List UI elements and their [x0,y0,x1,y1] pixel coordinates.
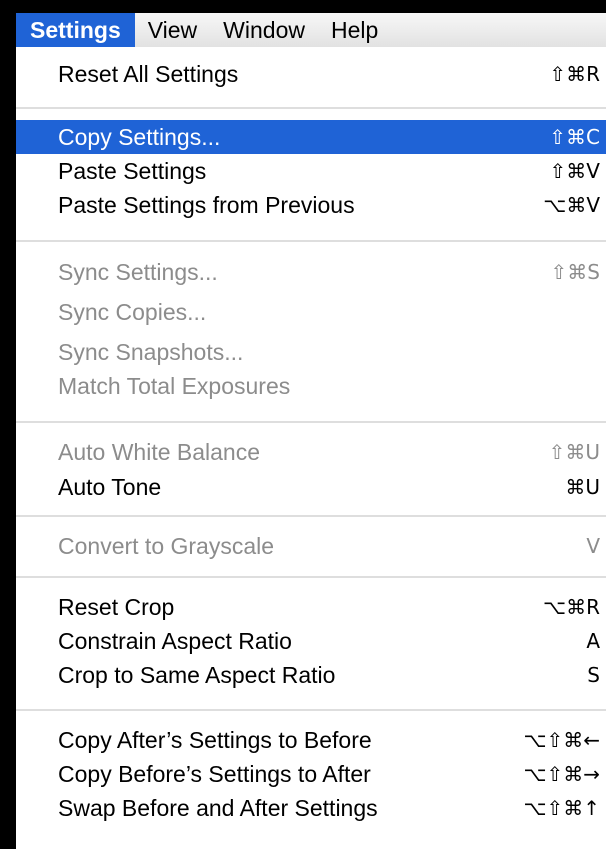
menu-view[interactable]: View [135,13,210,47]
menu-item-auto-white-balance: Auto White Balance ⇧⌘U [16,435,606,469]
menu-item-shortcut: ⌥⌘R [543,595,600,619]
menu-item-shortcut: ⌥⌘V [543,193,600,217]
menu-item-constrain-aspect-ratio[interactable]: Constrain Aspect Ratio A [16,624,606,658]
menu-item-sync-copies: Sync Copies... [16,295,606,329]
menu-item-shortcut: A [586,629,600,653]
menu-window[interactable]: Window [210,13,318,47]
menu-separator [16,240,606,242]
menu-bar: Settings View Window Help [16,13,606,48]
menu-help[interactable]: Help [318,13,391,47]
menu-item-shortcut: ⌥⇧⌘← [523,728,600,752]
menu-item-copy-settings[interactable]: Copy Settings... ⇧⌘C [16,120,606,154]
menu-settings[interactable]: Settings [16,13,135,47]
menu-item-label: Swap Before and After Settings [58,795,378,821]
menu-item-label: Paste Settings from Previous [58,192,355,218]
menu-item-shortcut: ⇧⌘R [549,62,600,86]
menu-item-shortcut: ⌘U [565,475,600,499]
menu-item-sync-settings: Sync Settings... ⇧⌘S [16,255,606,289]
menu-item-shortcut: ⌥⇧⌘→ [523,762,600,786]
menu-item-shortcut: V [586,534,600,558]
menu-item-label: Copy Before’s Settings to After [58,761,371,787]
menu-item-label: Paste Settings [58,158,207,184]
menu-separator [16,709,606,711]
menu-item-label: Reset All Settings [58,61,239,87]
menu-separator [16,107,606,109]
menu-item-shortcut: ⌥⇧⌘↑ [523,796,600,820]
menu-item-label: Auto White Balance [58,439,261,465]
menu-item-reset-all-settings[interactable]: Reset All Settings ⇧⌘R [16,57,606,91]
menu-item-convert-to-grayscale: Convert to Grayscale V [16,529,606,563]
menu-item-label: Convert to Grayscale [58,533,275,559]
menu-item-label: Copy Settings... [58,124,221,150]
menu-item-crop-to-same-aspect-ratio[interactable]: Crop to Same Aspect Ratio S [16,658,606,692]
menu-item-label: Crop to Same Aspect Ratio [58,662,336,688]
menu-item-shortcut: ⇧⌘C [549,125,600,149]
menu-item-label: Sync Snapshots... [58,339,244,365]
settings-dropdown-menu: Reset All Settings ⇧⌘R Copy Settings... … [16,47,606,849]
menu-item-paste-settings-from-previous[interactable]: Paste Settings from Previous ⌥⌘V [16,188,606,222]
menu-item-auto-tone[interactable]: Auto Tone ⌘U [16,470,606,504]
menu-item-label: Match Total Exposures [58,373,291,399]
menu-item-sync-snapshots: Sync Snapshots... [16,335,606,369]
menu-item-match-total-exposures: Match Total Exposures [16,369,606,403]
menu-item-label: Reset Crop [58,594,175,620]
menu-item-swap-before-and-after-settings[interactable]: Swap Before and After Settings ⌥⇧⌘↑ [16,791,606,825]
menu-item-label: Sync Copies... [58,299,207,325]
menu-item-label: Auto Tone [58,474,162,500]
menu-item-paste-settings[interactable]: Paste Settings ⇧⌘V [16,154,606,188]
menu-item-shortcut: S [587,663,600,687]
menu-item-label: Sync Settings... [58,259,218,285]
menu-item-shortcut: ⇧⌘S [550,260,600,284]
menu-item-label: Constrain Aspect Ratio [58,628,292,654]
menu-item-shortcut: ⇧⌘U [548,440,600,464]
menu-item-shortcut: ⇧⌘V [549,159,600,183]
menu-item-reset-crop[interactable]: Reset Crop ⌥⌘R [16,590,606,624]
menu-item-label: Copy After’s Settings to Before [58,727,372,753]
menu-item-copy-afters-settings-to-before[interactable]: Copy After’s Settings to Before ⌥⇧⌘← [16,723,606,757]
menu-item-copy-befores-settings-to-after[interactable]: Copy Before’s Settings to After ⌥⇧⌘→ [16,757,606,791]
menu-separator [16,421,606,423]
menu-separator [16,576,606,578]
menu-separator [16,515,606,517]
